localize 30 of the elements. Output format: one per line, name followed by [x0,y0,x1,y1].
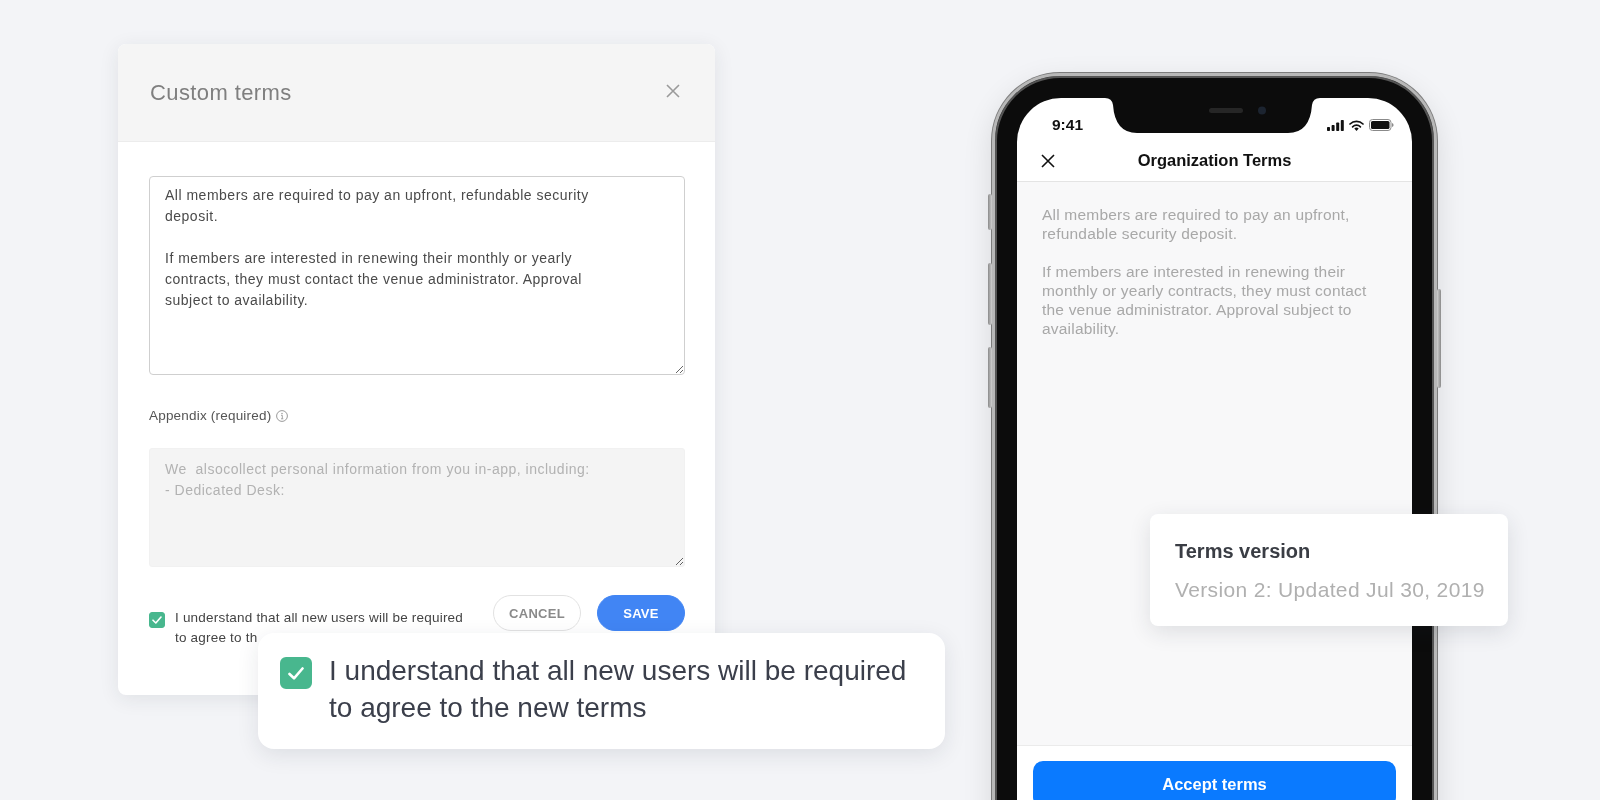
close-icon [1041,153,1055,168]
checkbox[interactable] [149,612,165,628]
cancel-button[interactable]: CANCEL [493,595,581,631]
info-icon [276,410,289,422]
accept-button[interactable]: Accept terms [1033,761,1396,800]
phone-side-button[interactable] [988,263,992,325]
status-time: 9:41 [1052,115,1084,135]
modal-title: Custom terms [150,79,292,106]
agreement-label: I understand that all new users will be required to agree to th [175,609,464,647]
battery-icon [1369,119,1394,131]
phone-side-button[interactable] [1437,289,1441,388]
checkmark-icon [288,666,304,680]
version-text: Version 2: Updated Jul 30, 2019 [1175,577,1486,603]
wifi-icon [1349,119,1364,131]
checkbox[interactable] [280,657,312,689]
terms-paragraph: All members are required to pay an upfront, refundable security deposit. [1042,205,1351,243]
terms-paragraph: If members are interested in renewing their monthly or yearly contracts, they must contact the venue administrator. Approval subject to availability. [1042,262,1368,338]
terms-text-field[interactable]: All members are required to pay an upfront, refundable security deposit. If members are interested in renewing their monthly or yearly contracts, they must contact the venue administrator. Approval subject to availability. [149,176,685,375]
signal-icon [1327,119,1344,131]
save-button[interactable]: SAVE [597,595,685,631]
appendix-text-field[interactable]: We alsocollect personal information from you in-app, including: - Dedicated Desk: [149,448,685,567]
agreement-label: I understand that all new users will be required to agree to the new terms [329,654,908,725]
close-icon [666,83,680,98]
phone-side-button[interactable] [988,347,992,408]
appendix-label: Appendix (required) [149,407,272,425]
checkmark-icon [152,616,162,624]
screen-title: Organization Terms [1137,151,1292,170]
phone-side-button[interactable] [988,194,992,230]
close-button[interactable] [1041,153,1055,168]
version-card-title: Terms version [1175,539,1312,564]
